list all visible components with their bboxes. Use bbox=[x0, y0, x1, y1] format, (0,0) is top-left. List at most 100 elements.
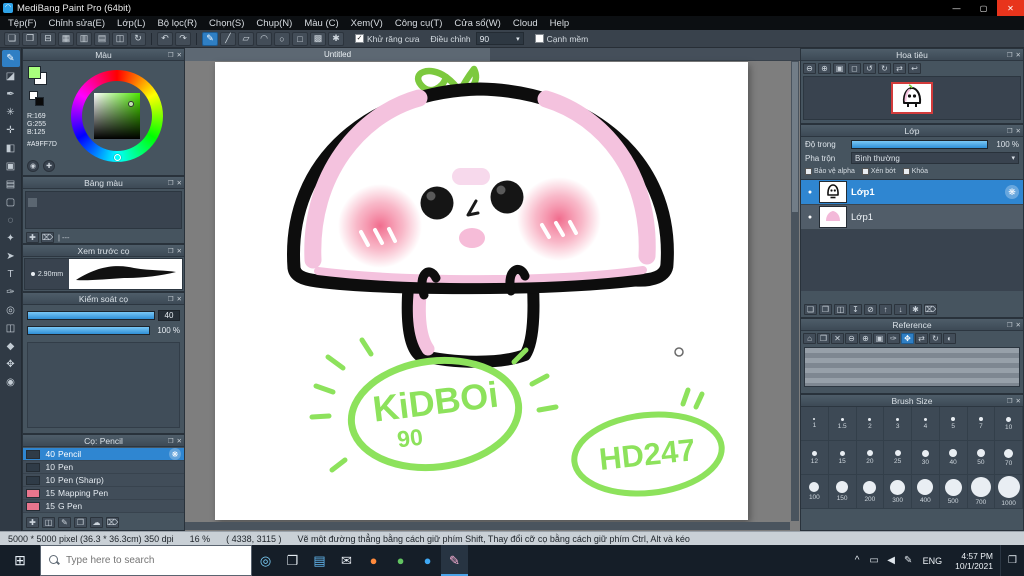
delete-layer-icon[interactable]: ⌦ bbox=[924, 304, 937, 315]
add-brush-icon[interactable]: ✚ bbox=[26, 517, 39, 528]
fill-tool-icon[interactable]: ◧ bbox=[2, 140, 20, 157]
brush-size-cell[interactable]: 4 bbox=[912, 407, 940, 441]
foreground-color-swatch[interactable] bbox=[28, 66, 41, 79]
menu-item[interactable]: Cloud bbox=[507, 16, 544, 30]
add-to-palette-icon[interactable]: ✚ bbox=[43, 160, 55, 172]
brush-row[interactable]: 15 G Pen bbox=[23, 500, 184, 513]
brush-mode-icon[interactable]: ✎ bbox=[202, 31, 218, 46]
stabilizer-icon[interactable]: ✱ bbox=[328, 31, 344, 46]
delete-swatch-icon[interactable]: ⌦ bbox=[41, 232, 54, 243]
horizontal-scrollbar[interactable] bbox=[185, 522, 790, 530]
rotate-canvas-icon[interactable]: ↻ bbox=[130, 31, 146, 46]
select-tool-icon[interactable]: ▢ bbox=[2, 194, 20, 211]
panel-close-icon[interactable]: ✕ bbox=[1016, 397, 1021, 405]
layer-settings-icon[interactable]: ❋ bbox=[1005, 185, 1019, 199]
close-image-icon[interactable]: ✕ bbox=[831, 333, 844, 344]
brush-size-cell[interactable]: 1.5 bbox=[828, 407, 857, 441]
brush-size-cell[interactable]: 70 bbox=[995, 441, 1023, 475]
magic-wand-tool-icon[interactable]: ✦ bbox=[2, 230, 20, 247]
menu-item[interactable]: Tệp(F) bbox=[2, 16, 43, 30]
hue-marker[interactable] bbox=[114, 154, 121, 161]
brush-size-cell[interactable]: 2 bbox=[856, 407, 885, 441]
brush-size-cell[interactable]: 20 bbox=[856, 441, 885, 475]
menu-item[interactable]: Công cụ(T) bbox=[389, 16, 449, 30]
screen-picker-icon[interactable]: ◉ bbox=[27, 160, 39, 172]
lock-checkbox[interactable]: Khóa bbox=[902, 168, 928, 175]
antialias-checkbox[interactable]: ✓ Khử răng cưa bbox=[355, 34, 420, 44]
menu-item[interactable]: Chọn(S) bbox=[203, 16, 250, 30]
layer-visibility-icon[interactable]: ● bbox=[805, 189, 815, 196]
brush-size-cell[interactable]: 40 bbox=[939, 441, 968, 475]
duplicate-brush-icon[interactable]: ◫ bbox=[42, 517, 55, 528]
flip-horizontal-icon[interactable]: ⇄ bbox=[893, 63, 906, 74]
brush-row[interactable]: 40 Pencil ❋ bbox=[23, 448, 184, 461]
menu-item[interactable]: Màu (C) bbox=[298, 16, 344, 30]
panel-close-icon[interactable]: ✕ bbox=[177, 179, 182, 187]
brush-row[interactable]: 10 Pen bbox=[23, 461, 184, 474]
menu-item[interactable]: Chỉnh sửa(E) bbox=[43, 16, 112, 30]
layer-visibility-icon[interactable]: ● bbox=[805, 214, 815, 221]
zoom-tool-icon[interactable]: ◉ bbox=[2, 374, 20, 391]
duplicate-layer-icon[interactable]: ◫ bbox=[834, 304, 847, 315]
brush-opacity-slider[interactable] bbox=[27, 326, 150, 335]
secondary-color-swatch-alt[interactable] bbox=[35, 97, 44, 106]
canvas[interactable]: KiDBOi 90 HD247 bbox=[215, 62, 748, 520]
minimize-button[interactable]: — bbox=[943, 0, 970, 16]
panel-popout-icon[interactable]: ❐ bbox=[1007, 127, 1013, 135]
palette-grid[interactable] bbox=[25, 191, 182, 229]
menu-item[interactable]: Help bbox=[544, 16, 576, 30]
move-tool-icon[interactable]: ✛ bbox=[2, 122, 20, 139]
menu-item[interactable]: Xem(V) bbox=[345, 16, 389, 30]
measure-tool-icon[interactable]: ◎ bbox=[2, 302, 20, 319]
protect-alpha-checkbox[interactable]: Bảo vệ alpha bbox=[805, 168, 855, 175]
brush-size-cell[interactable]: 300 bbox=[884, 475, 912, 509]
brush-folder-icon[interactable]: ❐ bbox=[74, 517, 87, 528]
brush-size-cell[interactable]: 12 bbox=[801, 441, 829, 475]
bucket-tool-icon[interactable]: ▣ bbox=[2, 158, 20, 175]
panel-popout-icon[interactable]: ❐ bbox=[168, 51, 174, 59]
brush-size-cell[interactable]: 30 bbox=[912, 441, 940, 475]
airbrush-tool-icon[interactable]: ✳ bbox=[2, 104, 20, 121]
panel-popout-icon[interactable]: ❐ bbox=[168, 179, 174, 187]
polyline-icon[interactable]: ▱ bbox=[238, 31, 254, 46]
add-folder-icon[interactable]: ❐ bbox=[819, 304, 832, 315]
language-indicator[interactable]: ENG bbox=[917, 545, 949, 576]
brush-row[interactable]: 10 Pen (Sharp) bbox=[23, 474, 184, 487]
tray-expand-icon[interactable]: ^ bbox=[849, 545, 866, 576]
eyedropper-icon[interactable]: ✑ bbox=[887, 333, 900, 344]
canvas-tab[interactable]: Untitled bbox=[185, 48, 490, 61]
pixel-grid-icon[interactable]: ▥ bbox=[76, 31, 92, 46]
brush-size-cell[interactable]: 200 bbox=[856, 475, 885, 509]
brush-row[interactable]: 15 Mapping Pen bbox=[23, 487, 184, 500]
brush-size-cell[interactable]: 100 bbox=[801, 475, 829, 509]
rotate-right-icon[interactable]: ↻ bbox=[878, 63, 891, 74]
move-down-icon[interactable]: ↓ bbox=[894, 304, 907, 315]
volume-icon[interactable]: ◀ bbox=[883, 545, 900, 576]
straight-line-icon[interactable]: ╱ bbox=[220, 31, 236, 46]
hand-tool-icon[interactable]: ✥ bbox=[2, 356, 20, 373]
rotate-left-icon[interactable]: ↺ bbox=[863, 63, 876, 74]
merge-down-icon[interactable]: ↧ bbox=[849, 304, 862, 315]
panel-popout-icon[interactable]: ❐ bbox=[168, 247, 174, 255]
brush-size-cell[interactable]: 50 bbox=[967, 441, 996, 475]
chrome-icon[interactable]: ● bbox=[387, 545, 414, 576]
undo-icon[interactable]: ↶ bbox=[157, 31, 173, 46]
edge-icon[interactable]: ● bbox=[414, 545, 441, 576]
taskbar-clock[interactable]: 4:57 PM 10/1/2021 bbox=[948, 545, 1000, 576]
eraser-tool-icon[interactable]: ◪ bbox=[2, 68, 20, 85]
redo-icon[interactable]: ↷ bbox=[175, 31, 191, 46]
panel-close-icon[interactable]: ✕ bbox=[177, 437, 182, 445]
home-icon[interactable]: ⌂ bbox=[803, 333, 816, 344]
panel-close-icon[interactable]: ✕ bbox=[1016, 51, 1021, 59]
panel-popout-icon[interactable]: ❐ bbox=[168, 437, 174, 445]
store-icon[interactable]: ▤ bbox=[306, 545, 333, 576]
brush-size-cell[interactable]: 10 bbox=[995, 407, 1023, 441]
select-pen-tool-icon[interactable]: ➤ bbox=[2, 248, 20, 265]
panel-close-icon[interactable]: ✕ bbox=[177, 295, 182, 303]
cloud-brush-icon[interactable]: ☁ bbox=[90, 517, 103, 528]
clipping-checkbox[interactable]: Xén bớt bbox=[861, 168, 896, 175]
ellipse-icon[interactable]: ○ bbox=[274, 31, 290, 46]
clear-layer-icon[interactable]: ⊘ bbox=[864, 304, 877, 315]
adjust-dropdown[interactable]: 90 ▾ bbox=[475, 32, 524, 45]
fit-icon[interactable]: ▣ bbox=[873, 333, 886, 344]
